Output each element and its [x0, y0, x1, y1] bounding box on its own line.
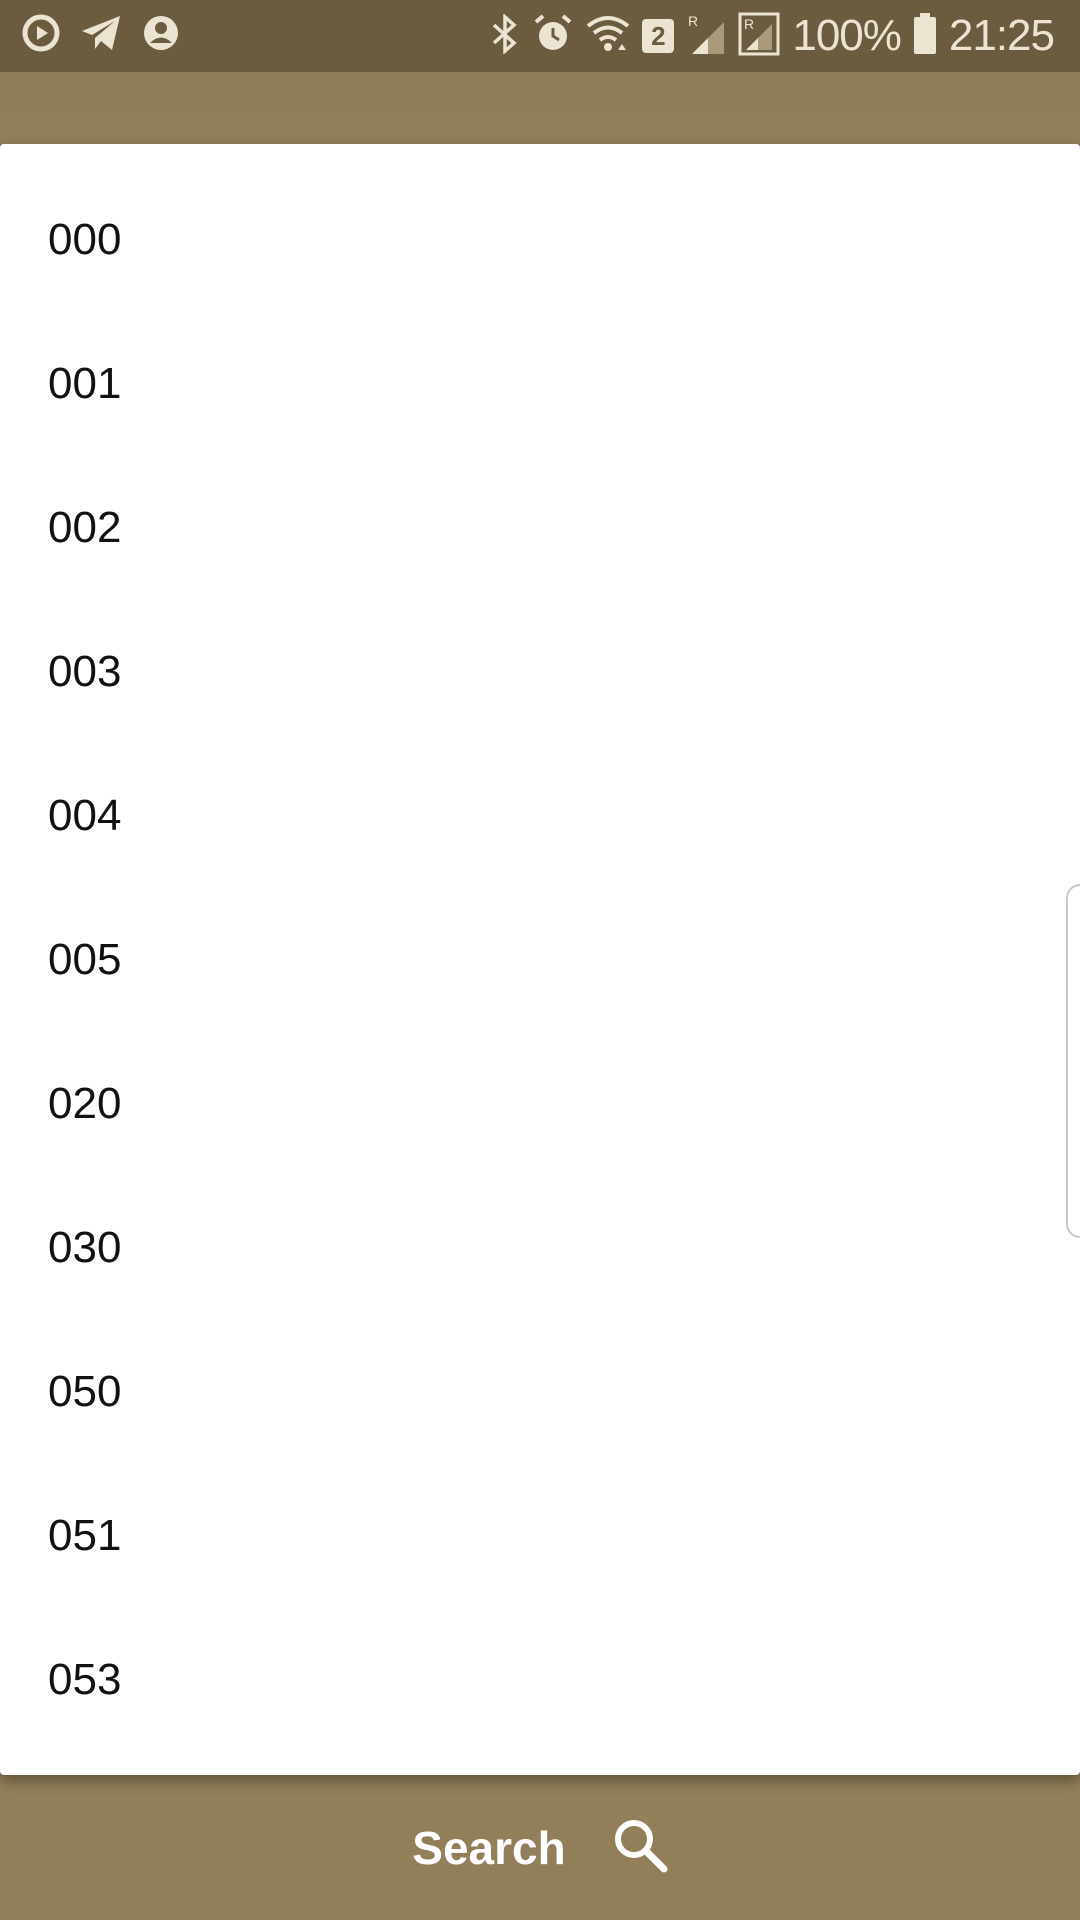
list-item[interactable]: 050: [0, 1320, 1080, 1464]
list-item[interactable]: 004: [0, 744, 1080, 888]
list-item[interactable]: 051: [0, 1464, 1080, 1608]
search-icon[interactable]: [612, 1817, 668, 1878]
scrollbar-handle[interactable]: [1066, 884, 1080, 1238]
list-item[interactable]: 053: [0, 1608, 1080, 1752]
sim-badge-icon: 2: [642, 19, 675, 53]
status-bar: 2 R R 100% 21:25: [0, 0, 1080, 72]
list-item[interactable]: 003: [0, 600, 1080, 744]
dropdown-popup: 000 001 002 003 004 005 020 030 050 051 …: [0, 144, 1080, 1775]
list-item[interactable]: 000: [0, 168, 1080, 312]
list-item[interactable]: 005: [0, 888, 1080, 1032]
status-time: 21:25: [948, 11, 1055, 60]
alarm-icon: [532, 13, 574, 59]
wifi-icon: [586, 14, 630, 59]
search-bar: Search: [0, 1775, 1080, 1920]
list-item[interactable]: 020: [0, 1032, 1080, 1176]
svg-text:R: R: [744, 16, 754, 32]
search-label: Search: [412, 1821, 566, 1874]
telegram-icon: [80, 14, 122, 57]
list-item[interactable]: 030: [0, 1176, 1080, 1320]
list-item[interactable]: 001: [0, 312, 1080, 456]
account-circle-icon: [142, 14, 180, 57]
play-circle-icon: [22, 14, 60, 57]
battery-icon: [913, 12, 937, 60]
svg-text:R: R: [688, 13, 698, 29]
bluetooth-icon: [490, 12, 520, 59]
signal-roaming-2-icon: R: [738, 12, 780, 61]
battery-percent: 100%: [792, 11, 902, 60]
app-bar: [0, 72, 1080, 144]
search-button[interactable]: Search: [412, 1817, 668, 1878]
list-item[interactable]: 002: [0, 456, 1080, 600]
dropdown-list: 000 001 002 003 004 005 020 030 050 051 …: [0, 168, 1080, 1752]
signal-roaming-icon: R: [686, 12, 726, 61]
